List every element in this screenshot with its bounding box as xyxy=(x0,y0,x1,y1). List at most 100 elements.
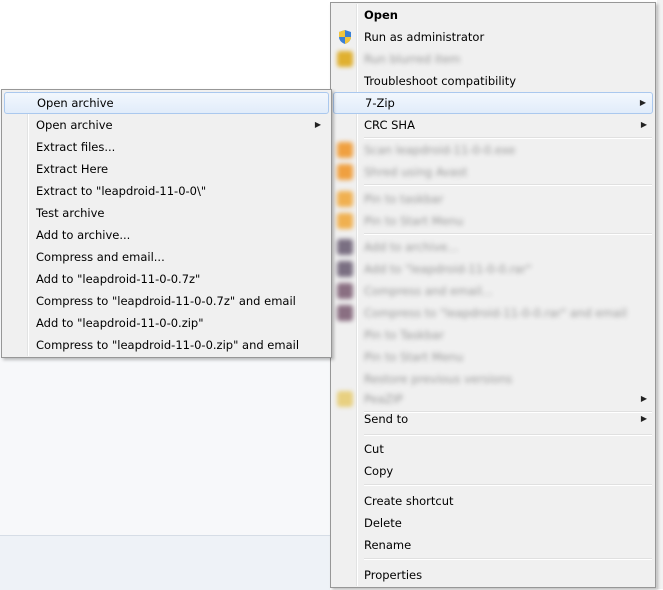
menu-item-label: Add to "leapdroid-11-0-0.rar" xyxy=(364,262,532,276)
menu-item-label: Pin to Start Menu xyxy=(364,214,464,228)
menu-item-blurred-7[interactable]: Add to "leapdroid-11-0-0.rar" xyxy=(333,258,653,280)
menu-item-blurred-1[interactable]: Run blurred item xyxy=(333,48,653,70)
menu-item-label: Open xyxy=(364,8,398,22)
explorer-details-pane xyxy=(0,535,330,590)
menu-item-blurred-9[interactable]: Compress to "leapdroid-11-0-0.rar" and e… xyxy=(333,302,653,324)
submenu-item-open-archive-more[interactable]: Open archive ▶ xyxy=(4,114,329,136)
submenu-item-compress-email[interactable]: Compress and email... xyxy=(4,246,329,268)
menu-separator xyxy=(364,434,652,436)
menu-item-label: Restore previous versions xyxy=(364,372,513,386)
menu-item-send-to[interactable]: Send to ▶ xyxy=(333,408,653,430)
menu-item-label: Extract files... xyxy=(36,140,116,154)
submenu-item-test-archive[interactable]: Test archive xyxy=(4,202,329,224)
menu-item-label: Extract Here xyxy=(36,162,109,176)
menu-item-blurred-8[interactable]: Compress and email... xyxy=(333,280,653,302)
submenu-arrow-icon: ▶ xyxy=(640,394,647,403)
menu-item-label: Pin to taskbar xyxy=(364,192,444,206)
submenu-item-add-7z[interactable]: Add to "leapdroid-11-0-0.7z" xyxy=(4,268,329,290)
menu-item-label: Compress and email... xyxy=(36,250,165,264)
menu-item-label: Send to xyxy=(364,412,409,426)
menu-item-label: Add to archive... xyxy=(364,240,459,254)
menu-item-label: Compress and email... xyxy=(364,284,493,298)
explorer-header-area xyxy=(0,0,330,90)
explorer-right-edge xyxy=(657,0,663,589)
menu-item-label: Run blurred item xyxy=(364,52,461,66)
archive-icon xyxy=(337,239,353,255)
submenu-item-open-archive[interactable]: Open archive xyxy=(4,92,329,114)
submenu-item-add-zip[interactable]: Add to "leapdroid-11-0-0.zip" xyxy=(4,312,329,334)
menu-item-label: Open archive xyxy=(37,96,114,110)
menu-item-blurred-11[interactable]: Pin to Start Menu xyxy=(333,346,653,368)
menu-item-label: Run as administrator xyxy=(364,30,485,44)
menu-item-properties[interactable]: Properties xyxy=(333,564,653,586)
menu-item-delete[interactable]: Delete xyxy=(333,512,653,534)
menu-item-label: Pin to Taskbar xyxy=(364,328,444,342)
menu-item-troubleshoot[interactable]: Troubleshoot compatibility xyxy=(333,70,653,92)
menu-item-blurred-10[interactable]: Pin to Taskbar xyxy=(333,324,653,346)
menu-item-label: Compress to "leapdroid-11-0-0.7z" and em… xyxy=(36,294,296,308)
menu-item-label: Rename xyxy=(364,538,412,552)
7zip-submenu: Open archive Open archive ▶ Extract file… xyxy=(1,89,332,358)
submenu-item-compress-7z-email[interactable]: Compress to "leapdroid-11-0-0.7z" and em… xyxy=(4,290,329,312)
menu-item-rename[interactable]: Rename xyxy=(333,534,653,556)
menu-item-label: Extract to "leapdroid-11-0-0\" xyxy=(36,184,207,198)
menu-item-crc-sha[interactable]: CRC SHA ▶ xyxy=(333,114,653,136)
menu-item-label: CRC SHA xyxy=(364,118,415,132)
submenu-item-extract-here[interactable]: Extract Here xyxy=(4,158,329,180)
submenu-arrow-icon: ▶ xyxy=(640,414,647,423)
archive-icon xyxy=(337,391,353,407)
submenu-arrow-icon: ▶ xyxy=(640,120,647,129)
app-icon xyxy=(337,142,353,158)
submenu-item-extract-to[interactable]: Extract to "leapdroid-11-0-0\" xyxy=(4,180,329,202)
menu-separator xyxy=(364,484,652,486)
menu-item-label: PeaZIP xyxy=(364,392,403,406)
menu-item-blurred-6[interactable]: Add to archive... xyxy=(333,236,653,258)
menu-item-blurred-13[interactable]: PeaZIP ▶ xyxy=(333,388,653,410)
menu-item-label: Properties xyxy=(364,568,423,582)
uac-shield-icon xyxy=(339,30,351,44)
menu-item-copy[interactable]: Copy xyxy=(333,460,653,482)
menu-item-blurred-5[interactable]: Pin to Start Menu xyxy=(333,210,653,232)
submenu-item-extract-files[interactable]: Extract files... xyxy=(4,136,329,158)
submenu-arrow-icon: ▶ xyxy=(639,98,646,107)
app-icon xyxy=(337,191,353,207)
menu-item-blurred-2[interactable]: Scan leapdroid-11-0-0.exe xyxy=(333,139,653,161)
submenu-arrow-icon: ▶ xyxy=(314,120,321,129)
app-icon xyxy=(337,213,353,229)
menu-item-label: Scan leapdroid-11-0-0.exe xyxy=(364,143,516,157)
menu-item-open[interactable]: Open xyxy=(333,4,653,26)
context-menu: Open Run as administrator Run blurred it… xyxy=(330,2,656,588)
menu-item-blurred-12[interactable]: Restore previous versions xyxy=(333,368,653,390)
menu-item-label: Add to archive... xyxy=(36,228,131,242)
menu-item-label: Cut xyxy=(364,442,384,456)
archive-icon xyxy=(337,283,353,299)
menu-separator xyxy=(364,558,652,560)
menu-item-label: Add to "leapdroid-11-0-0.zip" xyxy=(36,316,204,330)
menu-item-label: Troubleshoot compatibility xyxy=(364,74,517,88)
menu-item-blurred-3[interactable]: Shred using Avast xyxy=(333,161,653,183)
menu-item-label: Shred using Avast xyxy=(364,165,468,179)
app-icon xyxy=(337,164,353,180)
menu-item-cut[interactable]: Cut xyxy=(333,438,653,460)
menu-item-run-as-admin[interactable]: Run as administrator xyxy=(333,26,653,48)
menu-item-blurred-4[interactable]: Pin to taskbar xyxy=(333,188,653,210)
menu-item-label: Compress to "leapdroid-11-0-0.rar" and e… xyxy=(364,306,627,320)
menu-item-label: Delete xyxy=(364,516,402,530)
menu-item-create-shortcut[interactable]: Create shortcut xyxy=(333,490,653,512)
menu-item-label: Add to "leapdroid-11-0-0.7z" xyxy=(36,272,201,286)
archive-icon xyxy=(337,261,353,277)
menu-item-label: Create shortcut xyxy=(364,494,454,508)
submenu-item-add-to-archive[interactable]: Add to archive... xyxy=(4,224,329,246)
menu-item-label: Copy xyxy=(364,464,394,478)
menu-item-label: Compress to "leapdroid-11-0-0.zip" and e… xyxy=(36,338,300,352)
archive-icon xyxy=(337,305,353,321)
shield-icon xyxy=(337,51,353,67)
menu-separator xyxy=(364,184,652,186)
menu-item-label: Open archive xyxy=(36,118,113,132)
menu-item-7zip[interactable]: 7-Zip ▶ xyxy=(333,92,653,114)
menu-separator xyxy=(364,233,652,235)
menu-item-label: 7-Zip xyxy=(365,96,395,110)
submenu-item-compress-zip-email[interactable]: Compress to "leapdroid-11-0-0.zip" and e… xyxy=(4,334,329,356)
menu-item-label: Pin to Start Menu xyxy=(364,350,464,364)
menu-item-label: Test archive xyxy=(36,206,105,220)
